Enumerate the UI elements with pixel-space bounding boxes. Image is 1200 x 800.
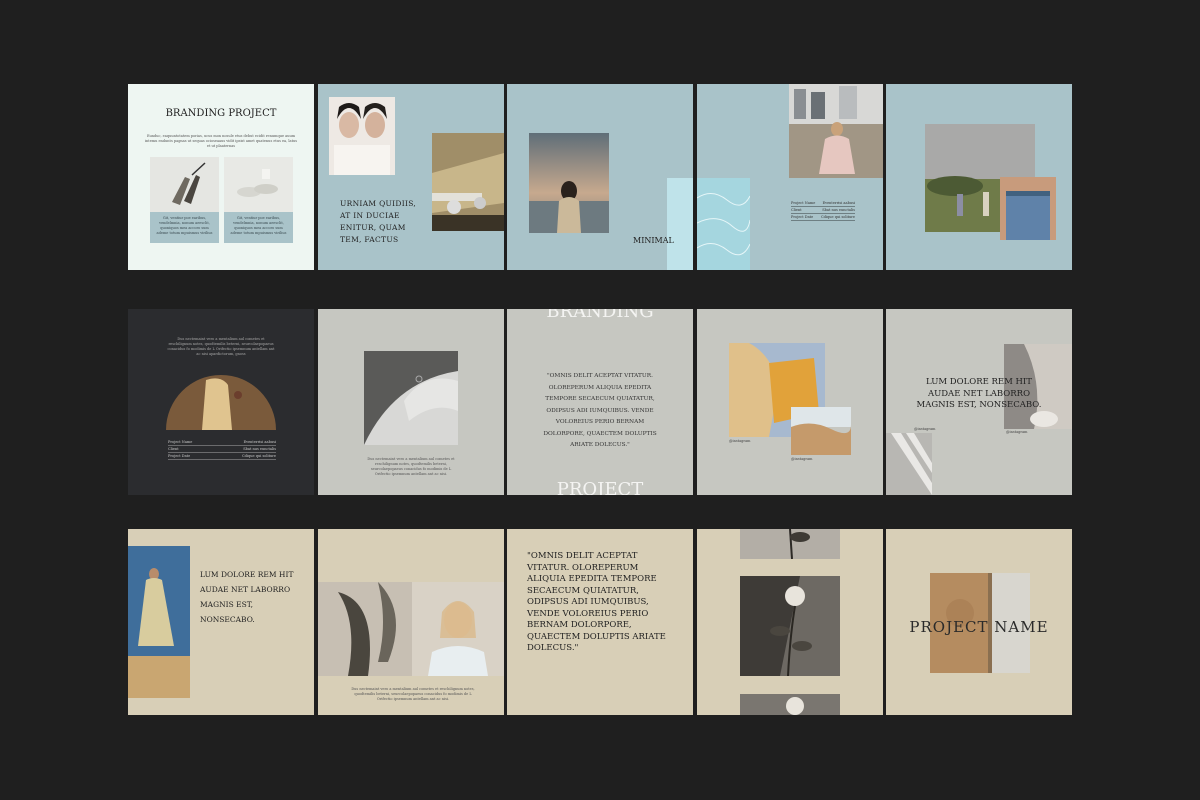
meta-label: Project Date	[168, 454, 191, 458]
desert-photo	[791, 407, 851, 455]
sandals-photo	[150, 157, 219, 212]
caption-right: Git, ventiur poe earibus, vendelmnia, no…	[230, 216, 287, 235]
intro-text: Dus nectemaint vero a mentalium aul come…	[167, 337, 275, 356]
water-photo-edge	[667, 178, 693, 270]
handle-label: @instagram	[1006, 430, 1028, 434]
branding-heading: BRANDING	[546, 309, 654, 322]
meta-row: Project Date Cdique qui soliture	[168, 453, 276, 460]
slide-dark-info[interactable]: Dus nectemaint vero a mentalium aul come…	[128, 309, 314, 495]
slide-yellow-top[interactable]: @instagram @instagram	[697, 309, 883, 495]
meta-value: Eventerrisi aabusi	[822, 201, 855, 205]
caption-text: Dus nectemaint vero a mentalium aul come…	[351, 687, 475, 701]
woman-rooftop-photo	[789, 84, 883, 178]
arch-photo	[166, 375, 276, 430]
caption-left: Git, ventiur poe earibus, vendelmnia, no…	[156, 216, 213, 235]
meta-label: Project Name	[168, 440, 193, 444]
quote-text: "OMNIS DELIT ACEPTAT VITATUR. OLOREPERUM…	[543, 373, 657, 448]
blonde-woman-photo	[412, 582, 504, 676]
intro-text: Eunduc, eaquuntotatem porias, ucus mon n…	[144, 134, 298, 148]
caption-text: Dus nectemaint vero a mentalium aul come…	[367, 457, 455, 476]
meta-row: Client Sbat nus eunctalis	[168, 446, 276, 453]
project-heading: PROJECT	[556, 479, 644, 495]
meta-label: Project Date	[791, 215, 814, 219]
meta-value: Sbat nus eunctalis	[243, 447, 276, 451]
shoes-photo	[224, 157, 293, 212]
minimal-label: MINIMAL	[633, 236, 674, 245]
slide-project-name[interactable]: PROJECT NAME	[886, 529, 1072, 715]
dress-photo	[128, 546, 190, 698]
rose-photo-bottom	[740, 694, 840, 715]
slide-quote[interactable]: "OMNIS DELIT ACEPTAT VITATUR. OLOREPERUM…	[507, 529, 693, 715]
meta-value: Sbat nus eunctalis	[822, 208, 855, 212]
slide-text: URNIAM QUIDIIS, AT IN DUCIAE ENITUR, QUA…	[340, 199, 417, 244]
meta-row: Project Date Cdique qui soliture	[791, 214, 855, 221]
slide-field[interactable]	[886, 84, 1072, 270]
water-photo	[697, 178, 750, 270]
slide-statement[interactable]: LUM DOLORE REM HIT AUDAE NET LABORRO MAG…	[886, 309, 1072, 495]
slide-dress[interactable]: LUM DOLORE REM HIT AUDAE NET LABORRO MAG…	[128, 529, 314, 715]
quote-text: "OMNIS DELIT ACEPTAT VITATUR. OLOREPERUM…	[527, 551, 666, 653]
handle-label: @instagram	[791, 457, 813, 461]
handle-label: @instagram	[729, 439, 751, 443]
meta-label: Project Name	[791, 201, 816, 205]
slide-quote-branding[interactable]: BRANDING "OMNIS DELIT ACEPTAT VITATUR. O…	[507, 309, 693, 495]
caption-box-right: Git, ventiur poe earibus, vendelmnia, no…	[224, 212, 293, 243]
meta-value: Cdique qui soliture	[242, 454, 276, 458]
meta-value: Cdique qui soliture	[821, 215, 855, 219]
slide-minimal[interactable]: MINIMAL	[507, 84, 693, 270]
woman-ocean-photo	[529, 133, 609, 233]
project-name-heading: PROJECT NAME	[909, 618, 1049, 636]
slide-earring[interactable]: Dus nectemaint vero a mentalium aul come…	[318, 309, 504, 495]
slide-project-info[interactable]: Project Name Eventerrisi aabusi Client Sba…	[697, 84, 883, 270]
slide-title: BRANDING PROJECT	[165, 108, 277, 119]
meta-row: Project Name Eventerrisi aabusi	[791, 200, 855, 207]
project-meta-table: Project Name Eventerrisi aabusi Client Sba…	[168, 439, 276, 460]
shadow-photo	[886, 433, 932, 495]
handle-label: @instagram	[914, 427, 936, 431]
meta-value: Eventerrisi aabusi	[243, 440, 276, 444]
slide-two-women[interactable]: URNIAM QUIDIIS, AT IN DUCIAE ENITUR, QUA…	[318, 84, 504, 270]
slide-branding-project[interactable]: BRANDING PROJECT Eunduc, eaquuntotatem p…	[128, 84, 314, 270]
meta-row: Client Sbat nus eunctalis	[791, 207, 855, 214]
project-meta-table: Project Name Eventerrisi aabusi Client Sba…	[791, 200, 855, 221]
slide-portrait[interactable]: Dus nectemaint vero a mentalium aul come…	[318, 529, 504, 715]
rose-photo-top	[740, 529, 840, 559]
slide-roses[interactable]	[697, 529, 883, 715]
two-women-photo	[329, 97, 395, 175]
meta-label: Client	[791, 208, 802, 212]
statement-text: LUM DOLORE REM HIT AUDAE NET LABORRO MAG…	[200, 570, 294, 624]
meta-label: Client	[168, 447, 179, 451]
meta-row: Project Name Eventerrisi aabusi	[168, 439, 276, 446]
caption-box-left: Git, ventiur poe earibus, vendelmnia, no…	[150, 212, 219, 243]
leaf-photo	[318, 582, 412, 676]
statement-text: LUM DOLORE REM HIT AUDAE NET LABORRO MAG…	[916, 377, 1042, 410]
denim-photo	[1000, 177, 1056, 240]
earring-photo	[364, 351, 458, 445]
rose-photo-main	[740, 576, 840, 676]
vintage-car-photo	[432, 133, 504, 231]
